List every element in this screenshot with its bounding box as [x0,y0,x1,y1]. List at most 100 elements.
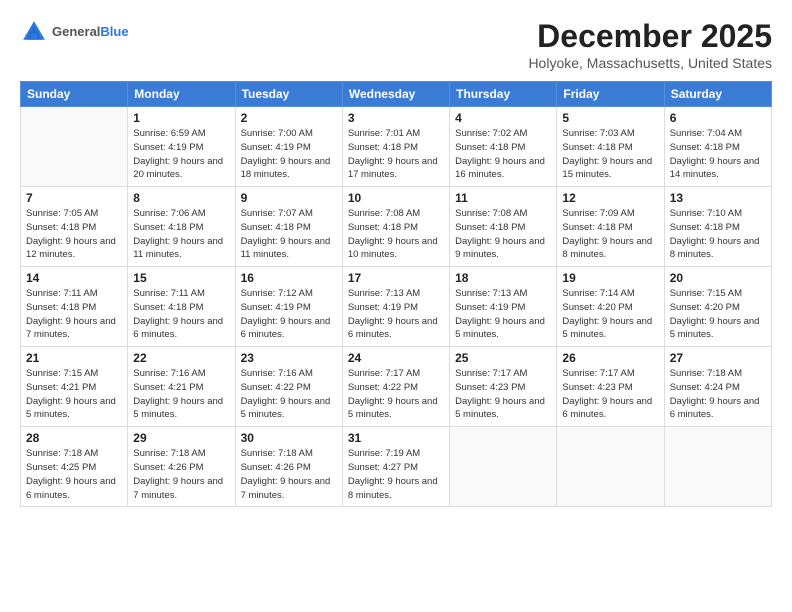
calendar-cell: 4 Sunrise: 7:02 AMSunset: 4:18 PMDaylight… [450,107,557,187]
day-info: Sunrise: 7:08 AMSunset: 4:18 PMDaylight:… [455,207,551,262]
day-number: 18 [455,271,551,285]
day-number: 15 [133,271,229,285]
day-info: Sunrise: 7:16 AMSunset: 4:22 PMDaylight:… [241,367,337,422]
calendar-cell [664,427,771,507]
day-number: 29 [133,431,229,445]
day-number: 30 [241,431,337,445]
day-number: 26 [562,351,658,365]
calendar-week-4: 21 Sunrise: 7:15 AMSunset: 4:21 PMDayligh… [21,347,772,427]
logo-icon [20,18,48,46]
day-number: 3 [348,111,444,125]
header: GeneralBlue December 2025 Holyoke, Massa… [20,18,772,71]
title-block: December 2025 Holyoke, Massachusetts, Un… [528,18,772,71]
day-info: Sunrise: 7:02 AMSunset: 4:18 PMDaylight:… [455,127,551,182]
calendar-cell: 30Sunrise: 7:18 AMSunset: 4:26 PMDayligh… [235,427,342,507]
calendar-cell: 16Sunrise: 7:12 AMSunset: 4:19 PMDayligh… [235,267,342,347]
calendar-cell: 12 Sunrise: 7:09 AMSunset: 4:18 PMDayligh… [557,187,664,267]
logo-blue: Blue [100,24,128,39]
day-info: Sunrise: 7:07 AMSunset: 4:18 PMDaylight:… [241,207,337,262]
calendar-week-5: 28Sunrise: 7:18 AMSunset: 4:25 PMDayligh… [21,427,772,507]
day-header-saturday: Saturday [664,82,771,107]
calendar-cell: 24 Sunrise: 7:17 AMSunset: 4:22 PMDayligh… [342,347,449,427]
day-number: 12 [562,191,658,205]
calendar-cell: 7 Sunrise: 7:05 AMSunset: 4:18 PMDaylight… [21,187,128,267]
calendar-cell: 6 Sunrise: 7:04 AMSunset: 4:18 PMDaylight… [664,107,771,187]
day-info: Sunrise: 7:17 AMSunset: 4:23 PMDaylight:… [562,367,658,422]
day-info: Sunrise: 7:17 AMSunset: 4:22 PMDaylight:… [348,367,444,422]
day-number: 16 [241,271,337,285]
calendar-cell: 11 Sunrise: 7:08 AMSunset: 4:18 PMDayligh… [450,187,557,267]
day-info: Sunrise: 7:13 AMSunset: 4:19 PMDaylight:… [348,287,444,342]
day-info: Sunrise: 7:09 AMSunset: 4:18 PMDaylight:… [562,207,658,262]
day-number: 8 [133,191,229,205]
month-title: December 2025 [528,18,772,55]
day-number: 24 [348,351,444,365]
day-number: 25 [455,351,551,365]
day-number: 6 [670,111,766,125]
day-number: 11 [455,191,551,205]
day-info: Sunrise: 7:04 AMSunset: 4:18 PMDaylight:… [670,127,766,182]
calendar-cell: 10Sunrise: 7:08 AMSunset: 4:18 PMDayligh… [342,187,449,267]
calendar-header-row: SundayMondayTuesdayWednesdayThursdayFrid… [21,82,772,107]
day-number: 5 [562,111,658,125]
day-number: 17 [348,271,444,285]
calendar-cell: 26 Sunrise: 7:17 AMSunset: 4:23 PMDayligh… [557,347,664,427]
day-info: Sunrise: 7:11 AMSunset: 4:18 PMDaylight:… [26,287,122,342]
calendar-cell: 9Sunrise: 7:07 AMSunset: 4:18 PMDaylight… [235,187,342,267]
day-info: Sunrise: 6:59 AMSunset: 4:19 PMDaylight:… [133,127,229,182]
day-info: Sunrise: 7:03 AMSunset: 4:18 PMDaylight:… [562,127,658,182]
calendar-cell: 17 Sunrise: 7:13 AMSunset: 4:19 PMDayligh… [342,267,449,347]
calendar-cell: 13 Sunrise: 7:10 AMSunset: 4:18 PMDayligh… [664,187,771,267]
day-header-monday: Monday [128,82,235,107]
day-info: Sunrise: 7:13 AMSunset: 4:19 PMDaylight:… [455,287,551,342]
day-info: Sunrise: 7:18 AMSunset: 4:26 PMDaylight:… [133,447,229,502]
calendar-cell: 25 Sunrise: 7:17 AMSunset: 4:23 PMDayligh… [450,347,557,427]
calendar-cell: 15 Sunrise: 7:11 AMSunset: 4:18 PMDayligh… [128,267,235,347]
calendar-week-3: 14 Sunrise: 7:11 AMSunset: 4:18 PMDayligh… [21,267,772,347]
day-number: 19 [562,271,658,285]
calendar-cell [450,427,557,507]
calendar-cell: 27Sunrise: 7:18 AMSunset: 4:24 PMDayligh… [664,347,771,427]
calendar-cell: 29 Sunrise: 7:18 AMSunset: 4:26 PMDayligh… [128,427,235,507]
calendar-cell: 31 Sunrise: 7:19 AMSunset: 4:27 PMDayligh… [342,427,449,507]
calendar-cell: 3 Sunrise: 7:01 AMSunset: 4:18 PMDaylight… [342,107,449,187]
day-info: Sunrise: 7:11 AMSunset: 4:18 PMDaylight:… [133,287,229,342]
day-number: 13 [670,191,766,205]
day-info: Sunrise: 7:19 AMSunset: 4:27 PMDaylight:… [348,447,444,502]
day-number: 4 [455,111,551,125]
day-number: 28 [26,431,122,445]
day-info: Sunrise: 7:08 AMSunset: 4:18 PMDaylight:… [348,207,444,262]
calendar-cell: 8 Sunrise: 7:06 AMSunset: 4:18 PMDaylight… [128,187,235,267]
calendar-week-1: 1Sunrise: 6:59 AMSunset: 4:19 PMDaylight… [21,107,772,187]
calendar-cell: 18 Sunrise: 7:13 AMSunset: 4:19 PMDayligh… [450,267,557,347]
day-number: 23 [241,351,337,365]
day-info: Sunrise: 7:17 AMSunset: 4:23 PMDaylight:… [455,367,551,422]
day-header-wednesday: Wednesday [342,82,449,107]
day-header-thursday: Thursday [450,82,557,107]
day-info: Sunrise: 7:10 AMSunset: 4:18 PMDaylight:… [670,207,766,262]
day-info: Sunrise: 7:00 AMSunset: 4:19 PMDaylight:… [241,127,337,182]
day-info: Sunrise: 7:14 AMSunset: 4:20 PMDaylight:… [562,287,658,342]
day-info: Sunrise: 7:01 AMSunset: 4:18 PMDaylight:… [348,127,444,182]
day-number: 14 [26,271,122,285]
calendar-cell: 14 Sunrise: 7:11 AMSunset: 4:18 PMDayligh… [21,267,128,347]
day-number: 31 [348,431,444,445]
calendar-cell: 1Sunrise: 6:59 AMSunset: 4:19 PMDaylight… [128,107,235,187]
location: Holyoke, Massachusetts, United States [528,55,772,71]
day-number: 7 [26,191,122,205]
calendar-week-2: 7 Sunrise: 7:05 AMSunset: 4:18 PMDaylight… [21,187,772,267]
day-info: Sunrise: 7:15 AMSunset: 4:21 PMDaylight:… [26,367,122,422]
day-number: 22 [133,351,229,365]
calendar-cell: 5 Sunrise: 7:03 AMSunset: 4:18 PMDaylight… [557,107,664,187]
logo-text: GeneralBlue [52,24,129,40]
day-header-sunday: Sunday [21,82,128,107]
day-info: Sunrise: 7:06 AMSunset: 4:18 PMDaylight:… [133,207,229,262]
day-number: 21 [26,351,122,365]
day-info: Sunrise: 7:16 AMSunset: 4:21 PMDaylight:… [133,367,229,422]
day-number: 27 [670,351,766,365]
day-info: Sunrise: 7:05 AMSunset: 4:18 PMDaylight:… [26,207,122,262]
calendar-cell [557,427,664,507]
calendar-cell: 19 Sunrise: 7:14 AMSunset: 4:20 PMDayligh… [557,267,664,347]
calendar-cell [21,107,128,187]
day-info: Sunrise: 7:15 AMSunset: 4:20 PMDaylight:… [670,287,766,342]
